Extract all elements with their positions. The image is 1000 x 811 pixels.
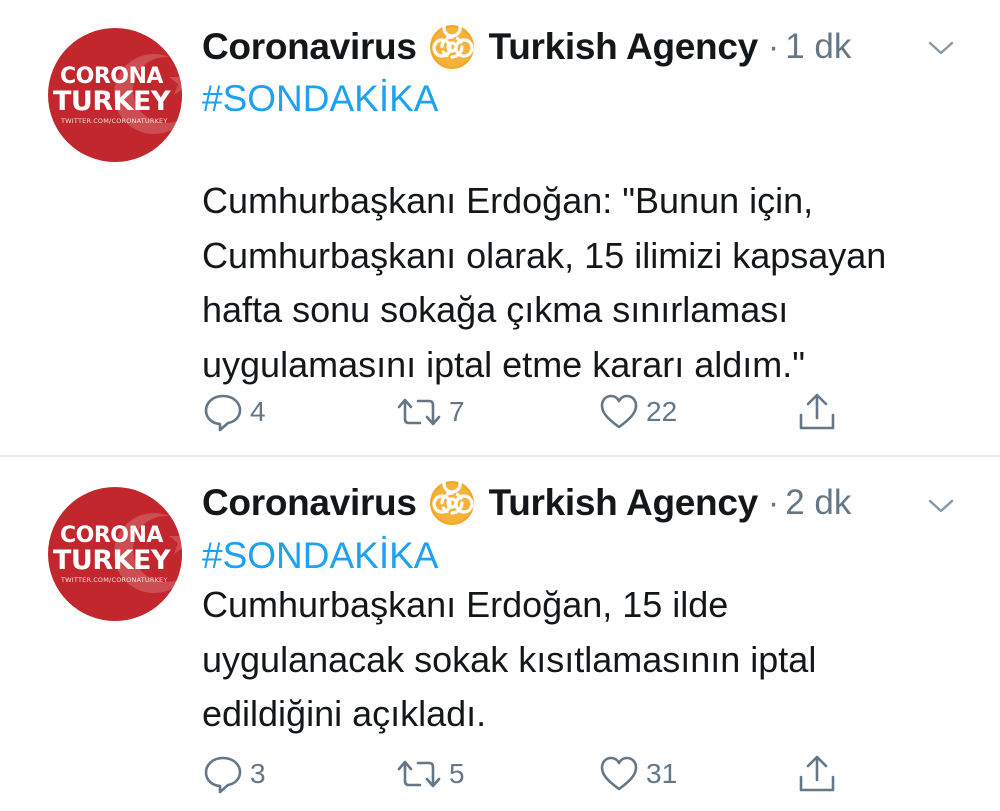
avatar[interactable]: CORONA TURKEY TWITTER.COM/CORONATURKEY xyxy=(48,28,182,162)
avatar-logo-text: TURKEY xyxy=(53,545,171,576)
retweet-icon xyxy=(397,760,441,788)
like-button[interactable]: 22 xyxy=(598,388,677,436)
display-name[interactable]: Coronavirus xyxy=(202,26,417,68)
display-name[interactable]: Turkish Agency xyxy=(489,26,759,68)
biohazard-icon xyxy=(429,24,474,69)
reply-button[interactable]: 4 xyxy=(202,388,266,436)
reply-button[interactable]: 3 xyxy=(202,750,266,798)
like-count: 31 xyxy=(646,758,678,789)
share-button[interactable] xyxy=(796,750,838,798)
retweet-count: 7 xyxy=(449,396,465,427)
retweet-button[interactable]: 5 xyxy=(395,750,465,798)
share-button[interactable] xyxy=(796,388,838,436)
tweet[interactable]: CORONA TURKEY TWITTER.COM/CORONATURKEY C… xyxy=(0,458,1000,811)
separator-dot: · xyxy=(767,483,780,522)
tweet-actions: 3 5 31 xyxy=(0,750,1000,798)
like-button[interactable]: 31 xyxy=(598,750,677,798)
timestamp[interactable]: 2 dk xyxy=(785,483,851,523)
hashtag-link[interactable]: #SONDAKİKA xyxy=(202,80,438,117)
share-icon xyxy=(799,393,835,430)
tweet-header: Coronavirus Turkish Agency · 1 dk xyxy=(202,24,851,70)
tweet-text: Cumhurbaşkanı Erdoğan: "Bunun için, Cumh… xyxy=(202,180,887,385)
avatar-logo-text: CORONA xyxy=(60,64,163,89)
share-icon xyxy=(799,755,835,792)
like-count: 22 xyxy=(646,396,678,427)
hashtag-link[interactable]: #SONDAKİKA xyxy=(202,537,438,574)
heart-icon xyxy=(600,756,638,791)
avatar-logo-url: TWITTER.COM/CORONATURKEY xyxy=(61,576,168,584)
chevron-down-icon[interactable] xyxy=(926,496,956,516)
chevron-down-icon[interactable] xyxy=(926,38,956,58)
retweet-icon xyxy=(397,398,441,426)
avatar[interactable]: CORONA TURKEY TWITTER.COM/CORONATURKEY xyxy=(48,487,182,621)
timestamp[interactable]: 1 dk xyxy=(785,27,851,67)
tweet-text: Cumhurbaşkanı Erdoğan, 15 ilde uygulanac… xyxy=(202,584,817,734)
reply-count: 4 xyxy=(250,396,266,427)
tweet[interactable]: CORONA TURKEY TWITTER.COM/CORONATURKEY C… xyxy=(0,0,1000,456)
display-name[interactable]: Coronavirus xyxy=(202,482,417,524)
separator-dot: · xyxy=(767,27,780,66)
avatar-logo-text: CORONA xyxy=(60,523,163,548)
retweet-count: 5 xyxy=(449,758,465,789)
tweet-actions: 4 7 22 xyxy=(0,388,1000,436)
avatar-logo-text: TURKEY xyxy=(53,86,171,117)
avatar-logo-url: TWITTER.COM/CORONATURKEY xyxy=(61,117,168,125)
biohazard-icon xyxy=(429,480,474,525)
reply-count: 3 xyxy=(250,758,266,789)
tweet-header: Coronavirus Turkish Agency · 2 dk xyxy=(202,480,851,526)
reply-icon xyxy=(204,756,242,794)
heart-icon xyxy=(600,394,638,429)
reply-icon xyxy=(204,394,242,432)
retweet-button[interactable]: 7 xyxy=(395,388,465,436)
tweet-divider xyxy=(0,455,1000,457)
display-name[interactable]: Turkish Agency xyxy=(489,482,759,524)
